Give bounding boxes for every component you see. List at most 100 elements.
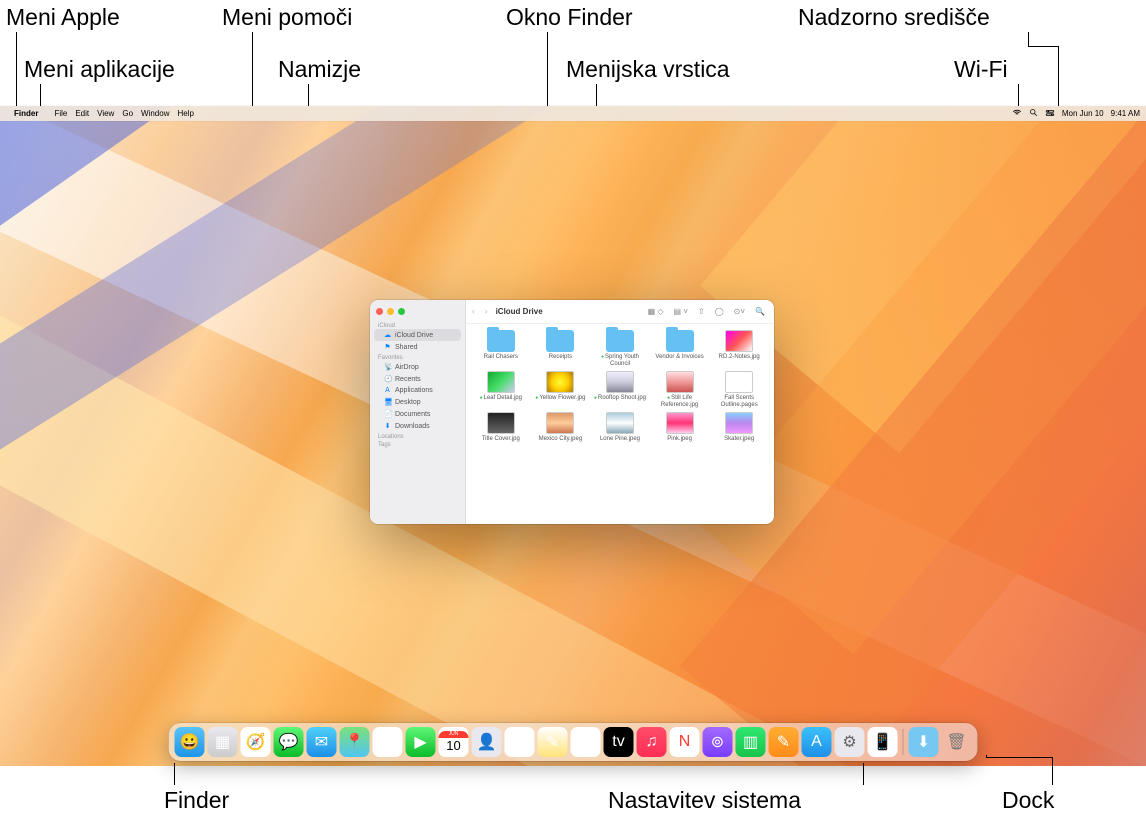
dock-facetime[interactable]: ▶ — [406, 727, 436, 757]
tags-icon[interactable]: ◯ — [712, 307, 727, 316]
file-item[interactable]: Mexico City.jpeg — [534, 412, 588, 443]
sidebar-item-icon: ☁ — [384, 331, 391, 339]
dock-settings[interactable]: ⚙ — [835, 727, 865, 757]
sidebar-item-label: Applications — [395, 387, 433, 394]
sidebar-item-label: Documents — [395, 411, 430, 418]
dock-contacts[interactable]: 👤 — [472, 727, 502, 757]
app-menu[interactable]: Finder — [14, 109, 38, 118]
sidebar-item-icloud-drive[interactable]: ☁ iCloud Drive — [374, 329, 461, 341]
file-label: Spring Youth Council — [593, 354, 647, 367]
file-label: Fall Scents Outline.pages — [712, 395, 766, 408]
file-item[interactable]: Receipts — [534, 330, 588, 367]
sidebar-item-applications[interactable]: AApplications — [374, 385, 461, 396]
sidebar-item-label: Shared — [395, 344, 418, 351]
minimize-button[interactable] — [387, 308, 394, 315]
dock-music[interactable]: ♫ — [637, 727, 667, 757]
file-item[interactable]: Skater.jpeg — [712, 412, 766, 443]
image-icon — [606, 371, 634, 393]
dock-messages[interactable]: 💬 — [274, 727, 304, 757]
group-by-icon[interactable]: ▤ ˅ — [671, 307, 691, 316]
file-item[interactable]: Lone Pine.jpeg — [593, 412, 647, 443]
folder-icon — [606, 330, 634, 352]
dock-mail[interactable]: ✉ — [307, 727, 337, 757]
sidebar-item-airdrop[interactable]: 📡AirDrop — [374, 361, 461, 373]
sidebar-item-label: iCloud Drive — [395, 332, 433, 339]
dock-podcasts[interactable]: ⊚ — [703, 727, 733, 757]
close-button[interactable] — [376, 308, 383, 315]
sidebar-item-icon: 🖥 — [384, 398, 391, 406]
nav-back-forward[interactable]: ‹ › — [472, 307, 492, 316]
file-item[interactable]: Leaf Detail.jpg — [474, 371, 528, 408]
file-item[interactable]: Fall Scents Outline.pages — [712, 371, 766, 408]
dock-iphone[interactable]: 📱 — [868, 727, 898, 757]
file-label: RD.2-Notes.jpg — [719, 354, 760, 361]
file-item[interactable]: Still Life Reference.jpg — [653, 371, 707, 408]
callout-control-center: Nadzorno središče — [798, 4, 990, 31]
search-icon[interactable]: 🔍 — [752, 307, 768, 316]
dock-news[interactable]: N — [670, 727, 700, 757]
file-item[interactable]: Spring Youth Council — [593, 330, 647, 367]
dock-trash[interactable]: 🗑 — [942, 727, 972, 757]
menu-file[interactable]: File — [54, 109, 67, 118]
dock-pages[interactable]: ✎ — [769, 727, 799, 757]
file-item[interactable]: Rail Chasers — [474, 330, 528, 367]
dock-notes[interactable]: ✎ — [538, 727, 568, 757]
sidebar-item-recents[interactable]: 🕘Recents — [374, 373, 461, 385]
callout-finder-dock: Finder — [164, 787, 229, 814]
sidebar-item-documents[interactable]: 📄Documents — [374, 408, 461, 420]
window-controls — [370, 304, 465, 321]
menu-go[interactable]: Go — [122, 109, 133, 118]
file-item[interactable]: Rooftop Shoot.jpg — [593, 371, 647, 408]
finder-window[interactable]: iCloud☁iCloud Drive⚑SharedFavorites📡AirD… — [370, 300, 774, 524]
sidebar-group-label: Tags — [370, 440, 465, 448]
dock-reminders[interactable]: ☰ — [505, 727, 535, 757]
zoom-button[interactable] — [398, 308, 405, 315]
dock-appstore[interactable]: A — [802, 727, 832, 757]
dock-safari[interactable]: 🧭 — [241, 727, 271, 757]
dock-launchpad[interactable]: ▦ — [208, 727, 238, 757]
menu-view[interactable]: View — [97, 109, 114, 118]
image-icon — [725, 412, 753, 434]
dock-photos[interactable]: ✿ — [373, 727, 403, 757]
callout-finder-window: Okno Finder — [506, 4, 633, 31]
file-label: Still Life Reference.jpg — [653, 395, 707, 408]
file-item[interactable]: Vendor & Invoices — [653, 330, 707, 367]
image-icon — [487, 371, 515, 393]
file-item[interactable]: Title Cover.jpg — [474, 412, 528, 443]
spotlight-icon[interactable] — [1029, 108, 1038, 119]
sidebar-item-downloads[interactable]: ⬇Downloads — [374, 420, 461, 432]
menubar-date[interactable]: Mon Jun 10 — [1062, 109, 1104, 118]
dock-calendar[interactable]: JUN10 — [439, 727, 469, 757]
file-item[interactable]: Pink.jpeg — [653, 412, 707, 443]
file-label: Title Cover.jpg — [482, 436, 520, 443]
view-options-icon[interactable]: ▦ ◇ — [645, 307, 667, 316]
dock-freeform[interactable]: ✏ — [571, 727, 601, 757]
file-item[interactable]: Yellow Flower.jpg — [534, 371, 588, 408]
image-icon — [546, 412, 574, 434]
sidebar-item-shared[interactable]: ⚑Shared — [374, 341, 461, 353]
menu-bar: Finder File Edit View Go Window Help Mon Jun … — [0, 106, 1146, 121]
file-label: Mexico City.jpeg — [539, 436, 583, 443]
sidebar-item-desktop[interactable]: 🖥Desktop — [374, 396, 461, 408]
dock-numbers[interactable]: ▥ — [736, 727, 766, 757]
image-icon — [666, 371, 694, 393]
file-label: Rail Chasers — [484, 354, 518, 361]
dock-tv[interactable]: tv — [604, 727, 634, 757]
wifi-icon[interactable] — [1012, 108, 1022, 120]
file-label: Yellow Flower.jpg — [535, 395, 585, 402]
dock-finder[interactable]: 😀 — [175, 727, 205, 757]
menubar-time[interactable]: 9:41 AM — [1111, 109, 1140, 118]
actions-icon[interactable]: ⊙˅ — [731, 307, 748, 316]
control-center-icon[interactable] — [1045, 108, 1055, 120]
sidebar-group-label: iCloud — [370, 321, 465, 329]
dock-maps[interactable]: 📍 — [340, 727, 370, 757]
dock-dl[interactable]: ⬇ — [909, 727, 939, 757]
menu-help[interactable]: Help — [177, 109, 193, 118]
menu-edit[interactable]: Edit — [75, 109, 89, 118]
folder-icon — [487, 330, 515, 352]
share-icon[interactable]: ⇧ — [695, 307, 708, 316]
file-item[interactable]: RD.2-Notes.jpg — [712, 330, 766, 367]
file-label: Skater.jpeg — [724, 436, 754, 443]
callout-help-menu: Meni pomoči — [222, 4, 352, 31]
menu-window[interactable]: Window — [141, 109, 169, 118]
